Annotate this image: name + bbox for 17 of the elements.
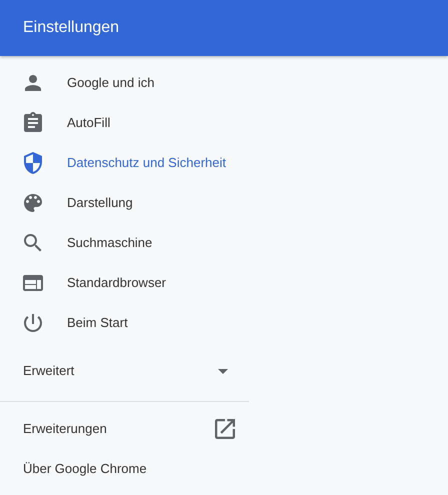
menu-link[interactable]: Über Google Chrome: [0, 449, 249, 489]
nav-item[interactable]: Standardbrowser: [0, 263, 249, 303]
nav-item[interactable]: AutoFill: [0, 103, 249, 143]
nav-item[interactable]: Datenschutz und Sicherheit: [0, 143, 249, 183]
advanced-toggle[interactable]: Erweitert: [0, 347, 249, 395]
page-title: Einstellungen: [23, 18, 120, 38]
nav-item[interactable]: Darstellung: [0, 183, 249, 223]
caret-icon: [218, 368, 228, 374]
clipboard-icon: [21, 111, 45, 135]
nav-item[interactable]: Beim Start: [0, 303, 249, 343]
power-icon: [21, 311, 45, 335]
nav-item[interactable]: Suchmaschine: [0, 223, 249, 263]
nav-item[interactable]: Google und ich: [0, 63, 249, 103]
shield-icon: [21, 151, 45, 175]
palette-icon: [21, 191, 45, 215]
external-link-icon: [215, 419, 235, 439]
menu-link[interactable]: Erweiterungen: [0, 409, 249, 449]
